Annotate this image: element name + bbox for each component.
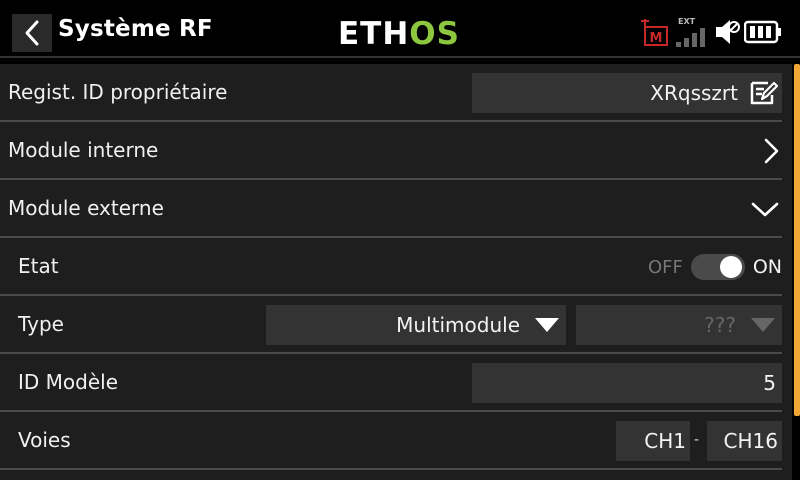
model-id-value: 5 [763, 371, 776, 395]
type-row: Type Multimodule ??? [0, 296, 782, 354]
model-id-label: ID Modèle [18, 370, 119, 394]
chevron-left-icon [25, 20, 39, 46]
signal-bars-icon: EXT [676, 17, 705, 47]
type-dropdown[interactable]: Multimodule [266, 305, 566, 345]
toggle-knob [719, 256, 742, 278]
toggle-on-label: ON [752, 256, 782, 278]
scrollbar[interactable] [794, 64, 800, 416]
settings-list: Regist. ID propriétaire XRqsszrt Module … [0, 64, 792, 480]
state-toggle[interactable] [690, 254, 745, 280]
rf-module-icon: M [641, 19, 668, 46]
chevron-down-icon[interactable] [750, 194, 780, 224]
channel-start-value: CH1 [644, 429, 686, 453]
internal-module-label: Module interne [8, 138, 159, 162]
type-label: Type [18, 312, 64, 336]
external-module-row[interactable]: Module externe [0, 180, 782, 238]
type-value: Multimodule [396, 313, 520, 337]
internal-module-row[interactable]: Module interne [0, 122, 782, 180]
status-bar: M EXT [640, 14, 782, 50]
channels-label: Voies [18, 428, 71, 452]
external-module-label: Module externe [8, 196, 164, 220]
dropdown-arrow-icon [751, 318, 775, 332]
subtype-value: ??? [704, 313, 736, 337]
state-row: Etat OFF ON [0, 238, 782, 296]
channels-row: Voies CH1 - CH16 [0, 412, 782, 470]
edit-icon [750, 81, 778, 105]
page-title: Système RF [58, 16, 213, 42]
chevron-right-icon[interactable] [756, 136, 786, 166]
state-toggle-group[interactable]: OFF ON [648, 250, 782, 284]
channel-separator: - [694, 432, 700, 448]
channel-start-field[interactable]: CH1 [616, 421, 690, 461]
model-id-field[interactable]: 5 [472, 363, 782, 403]
model-id-row: ID Modèle 5 [0, 354, 782, 412]
speaker-mute-icon [716, 20, 740, 44]
ext-label: EXT [678, 17, 696, 26]
toggle-off-label: OFF [647, 256, 683, 278]
subtype-dropdown[interactable]: ??? [576, 305, 782, 345]
channel-end-field[interactable]: CH16 [707, 421, 782, 461]
back-button[interactable] [12, 14, 52, 52]
owner-id-row[interactable]: Regist. ID propriétaire XRqsszrt [0, 64, 782, 122]
dropdown-arrow-icon [535, 318, 559, 332]
state-label: Etat [18, 254, 59, 278]
battery-icon [744, 20, 781, 44]
owner-id-label: Regist. ID propriétaire [8, 80, 228, 104]
owner-id-value: XRqsszrt [650, 81, 738, 105]
ethos-logo: ETHOS [338, 17, 459, 49]
module-label: M [650, 31, 663, 46]
channel-end-value: CH16 [723, 429, 778, 453]
top-bar: Système RF ETHOS M EXT [0, 0, 800, 58]
owner-id-field[interactable]: XRqsszrt [472, 73, 782, 113]
